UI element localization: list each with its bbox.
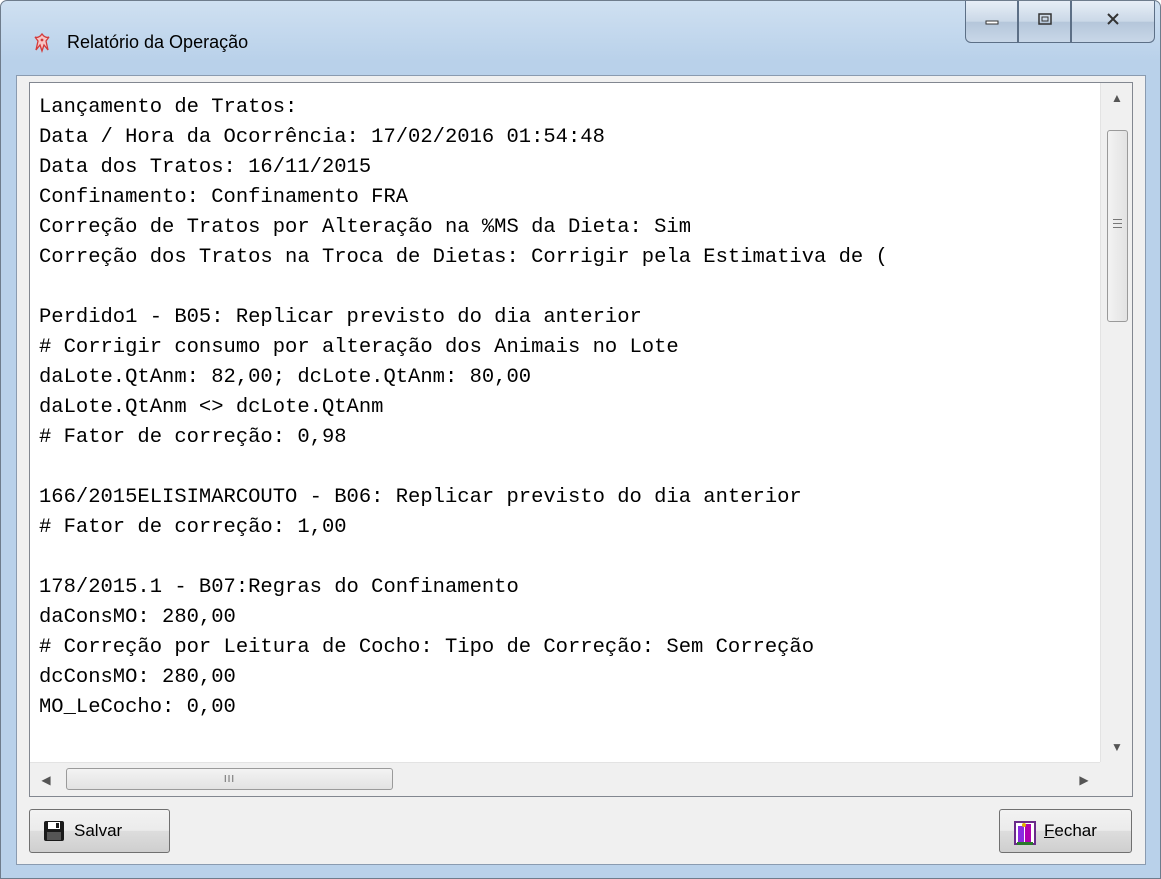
minimize-icon [984,13,1000,31]
client-area: Lançamento de Tratos: Data / Hora da Ocor… [16,75,1146,865]
grip-line [1113,219,1122,220]
thumb-grip: III [223,773,236,785]
report-line [39,543,1099,573]
report-line: # Correção por Leitura de Cocho: Tipo de… [39,636,815,659]
report-line: Correção dos Tratos na Troca de Dietas: … [39,246,888,269]
close-button[interactable]: Fechar [999,809,1132,853]
report-line: Correção de Tratos por Alteração na %MS … [39,216,692,239]
report-window: Relatório da Operação Lançamento de Trat… [0,0,1161,879]
grip-line [1113,223,1122,224]
floppy-disk-icon [42,819,66,843]
report-line: daLote.QtAnm <> dcLote.QtAnm [39,396,384,419]
report-line: Perdido1 - B05: Replicar previsto do dia… [39,306,642,329]
report-line [39,453,1099,483]
close-button-label: Fechar [1044,821,1097,840]
report-line: Lançamento de Tratos: [39,96,298,119]
window-title: Relatório da Operação [67,32,249,52]
caption-buttons [965,1,1155,45]
app-icon [31,31,53,54]
report-line: Data / Hora da Ocorrência: 17/02/2016 01… [39,126,605,149]
report-line: # Corrigir consumo por alteração dos Ani… [39,336,679,359]
vertical-scrollbar[interactable]: ▲ ▼ [1100,83,1132,762]
door-exit-icon [1012,819,1036,845]
save-button-label: Salvar [74,821,123,840]
report-line: 166/2015ELISIMARCOUTO - B06: Replicar pr… [39,486,802,509]
report-line: # Fator de correção: 0,98 [39,426,347,449]
report-text[interactable]: Lançamento de Tratos: Data / Hora da Ocor… [39,93,1099,743]
restore-button[interactable] [1018,1,1071,43]
grip-line [1113,227,1122,228]
report-textarea[interactable]: Lançamento de Tratos: Data / Hora da Ocor… [29,82,1133,797]
close-window-button[interactable] [1071,1,1155,43]
scroll-down-arrow-icon[interactable]: ▼ [1101,732,1132,762]
report-line: 178/2015.1 - B07:Regras do Confinamento [39,576,519,599]
scroll-right-arrow-icon[interactable]: ▶ [1068,763,1100,796]
scrollbar-corner [1100,762,1132,796]
report-line: Data dos Tratos: 16/11/2015 [39,156,372,179]
report-line: daConsMO: 280,00 [39,606,236,629]
scroll-up-arrow-icon[interactable]: ▲ [1101,83,1132,113]
minimize-button[interactable] [965,1,1018,43]
report-line: MO_LeCocho: 0,00 [39,696,236,719]
scroll-left-arrow-icon[interactable]: ◀ [30,763,62,796]
horizontal-scrollbar[interactable]: ◀ III ▶ [30,762,1100,796]
report-line: daLote.QtAnm: 82,00; dcLote.QtAnm: 80,00 [39,366,532,389]
horizontal-scroll-thumb[interactable]: III [66,768,393,790]
report-line: dcConsMO: 280,00 [39,666,236,689]
report-line: Confinamento: Confinamento FRA [39,186,409,209]
close-icon [1104,12,1122,31]
report-line [39,273,1099,303]
vertical-scroll-thumb[interactable] [1107,130,1128,322]
report-line: # Fator de correção: 1,00 [39,516,347,539]
save-button[interactable]: Salvar [29,809,170,853]
restore-icon [1037,12,1053,31]
title-bar[interactable]: Relatório da Operação [1,1,1160,75]
